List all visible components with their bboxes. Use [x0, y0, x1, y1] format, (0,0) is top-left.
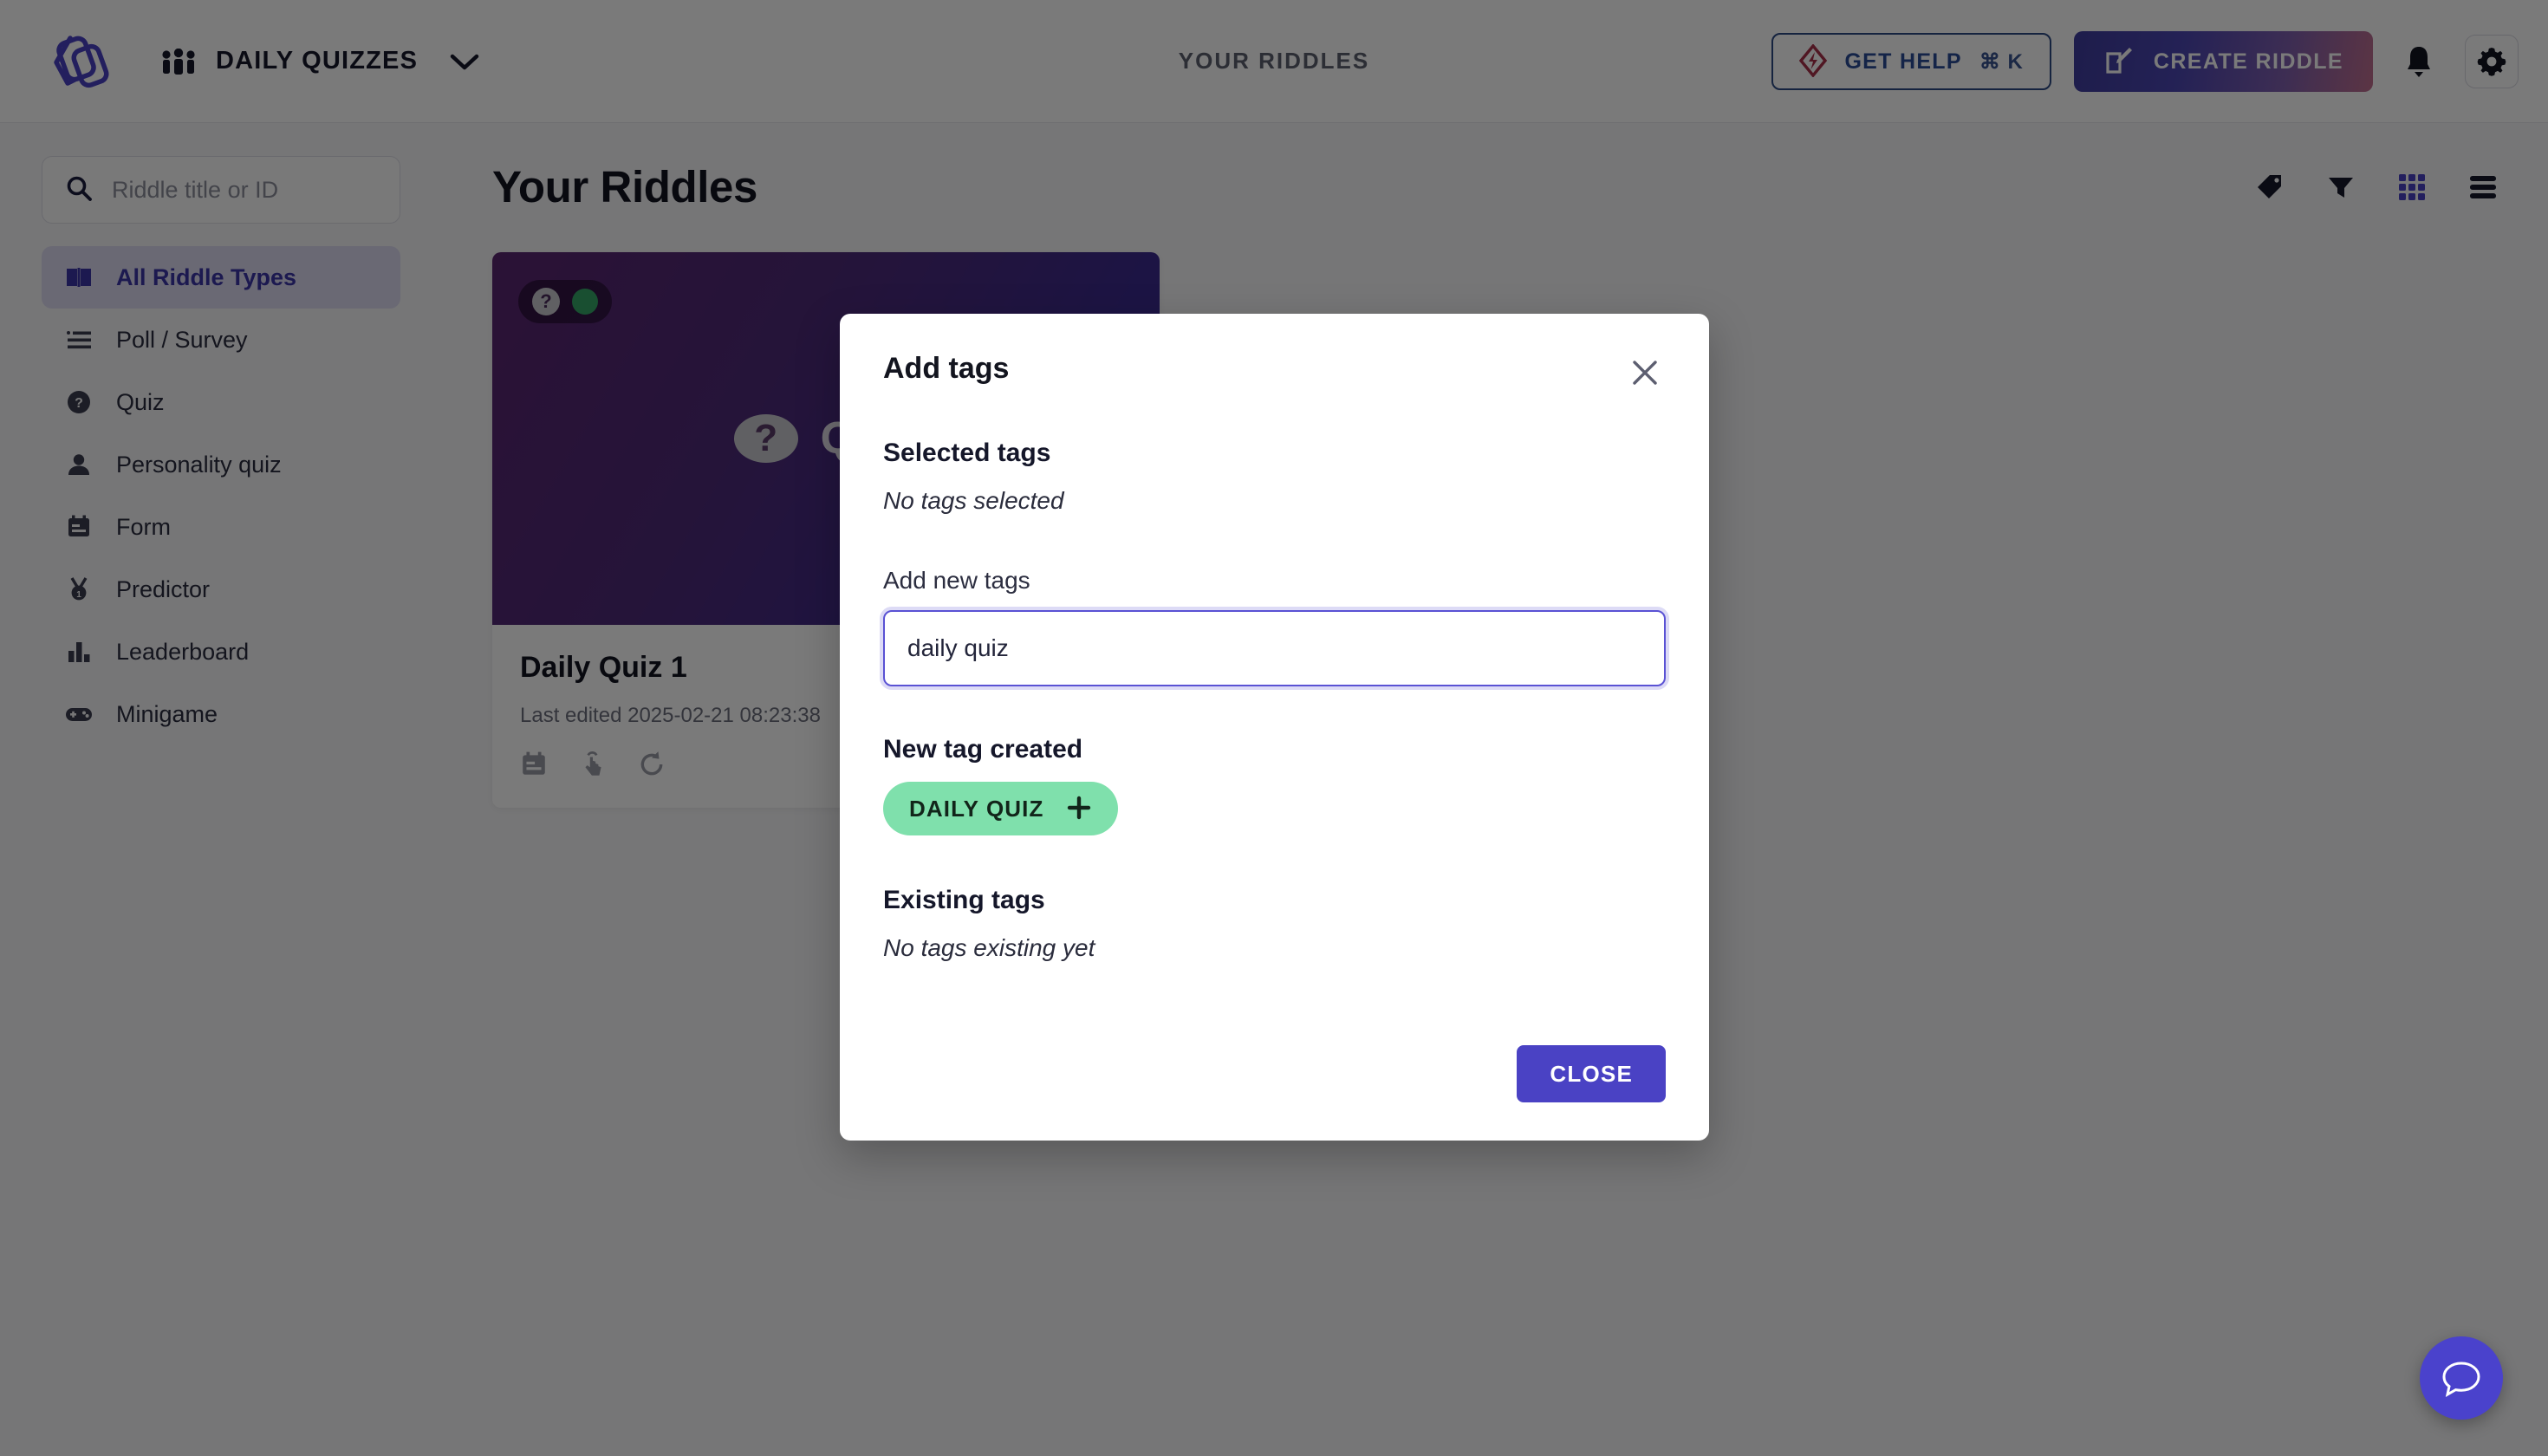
- selected-tags-heading: Selected tags: [883, 439, 1051, 467]
- chat-bubble-icon: [2442, 1362, 2480, 1397]
- add-new-tags-section: Add new tags: [880, 567, 1669, 690]
- dialog-footer: CLOSE: [883, 1045, 1666, 1141]
- dialog-header: Add tags: [883, 352, 1666, 393]
- new-tag-created-section: New tag created DAILY QUIZ: [883, 735, 1666, 835]
- new-tag-created-heading: New tag created: [883, 735, 1083, 764]
- close-button[interactable]: CLOSE: [1517, 1045, 1666, 1102]
- dialog-title: Add tags: [883, 352, 1010, 385]
- chat-support-button[interactable]: [2420, 1336, 2503, 1420]
- new-tag-input[interactable]: [880, 607, 1669, 690]
- new-tag-chip[interactable]: DAILY QUIZ: [883, 782, 1119, 835]
- existing-tags-section: Existing tags No tags existing yet: [883, 886, 1666, 962]
- plus-glyph: [1068, 796, 1091, 819]
- add-tags-dialog: Add tags Selected tags No tags selected …: [840, 314, 1709, 1141]
- selected-tags-empty: No tags selected: [883, 487, 1064, 514]
- new-tag-chip-label: DAILY QUIZ: [909, 795, 1044, 822]
- plus-icon: [1066, 795, 1092, 823]
- close-icon[interactable]: [1624, 352, 1666, 393]
- selected-tags-section: Selected tags No tags selected: [883, 439, 1666, 515]
- existing-tags-empty: No tags existing yet: [883, 934, 1095, 961]
- existing-tags-heading: Existing tags: [883, 886, 1045, 914]
- close-glyph: [1633, 361, 1657, 385]
- add-new-tags-label: Add new tags: [883, 567, 1030, 594]
